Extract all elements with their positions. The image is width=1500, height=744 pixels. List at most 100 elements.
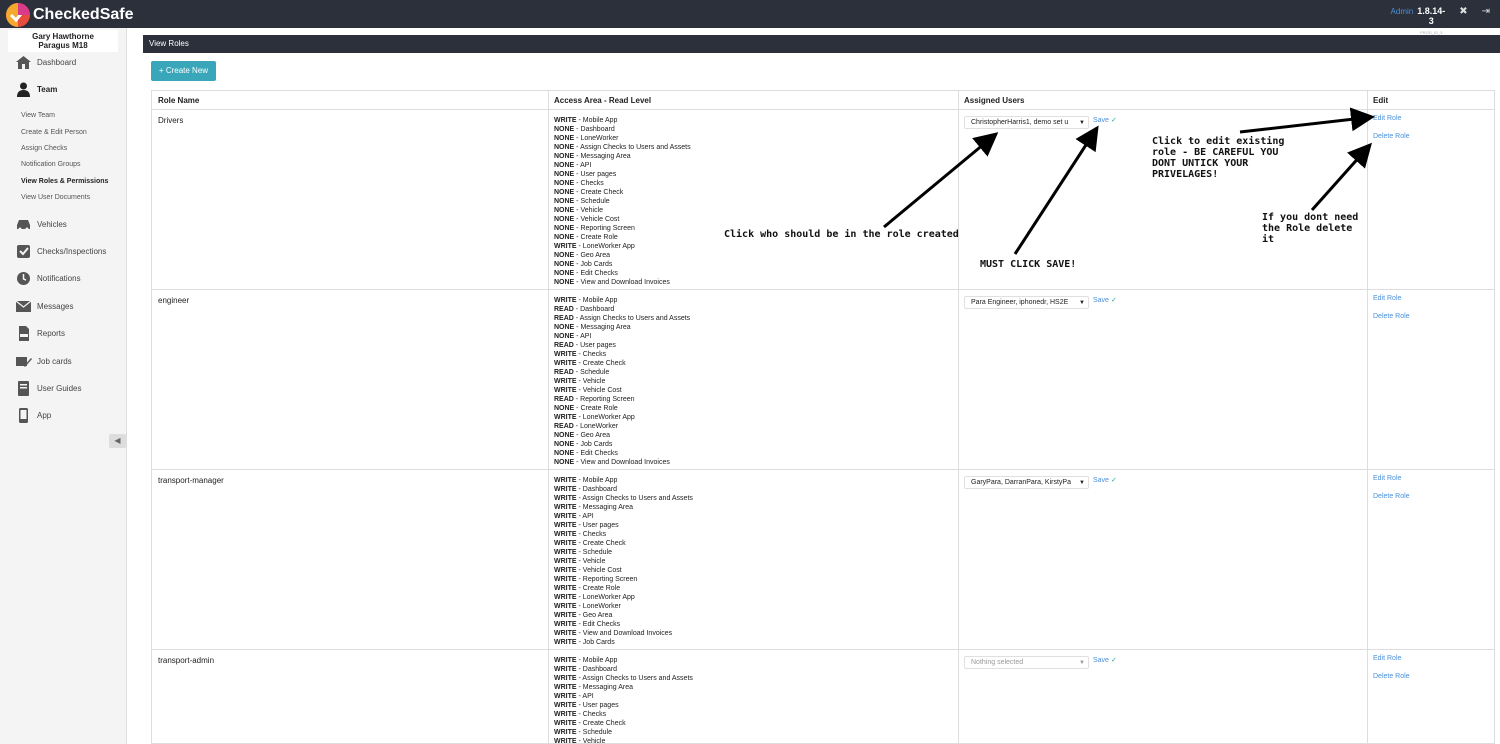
access-level: WRITE xyxy=(554,621,577,628)
access-area: LoneWorker xyxy=(582,603,621,610)
access-level: WRITE xyxy=(554,558,577,565)
access-level: WRITE xyxy=(554,360,577,367)
nav-notification-groups[interactable]: Notification Groups xyxy=(21,161,81,168)
nav-app[interactable]: App xyxy=(15,408,51,423)
access-level: NONE xyxy=(554,441,575,448)
access-area: Create Check xyxy=(582,540,626,547)
edit-role-link[interactable]: Edit Role xyxy=(1373,295,1401,302)
access-item: WRITE - Dashboard xyxy=(554,666,618,673)
assigned-users-select[interactable]: Para Engineer, iphonedr, HS2E ▼ xyxy=(964,296,1089,309)
assigned-users-select[interactable]: GaryPara, DarranPara, KirstyPa ▼ xyxy=(964,476,1089,489)
access-area: Assign Checks to Users and Assets xyxy=(579,315,691,322)
user-role-link[interactable]: Admin xyxy=(1391,7,1414,16)
nav-view-user-documents[interactable]: View User Documents xyxy=(21,194,90,201)
save-button[interactable]: Save ✓ xyxy=(1093,296,1117,304)
access-item: NONE - Job Cards xyxy=(554,441,613,448)
access-level: WRITE xyxy=(554,720,577,727)
access-item: WRITE - Schedule xyxy=(554,729,612,736)
top-bar: CheckedSafe Admin 1.8.14-3 PROD_ID_3 ✖ ⇥ xyxy=(0,0,1500,35)
delete-role-link[interactable]: Delete Role xyxy=(1373,673,1410,680)
assigned-users-select[interactable]: Nothing selected ▼ xyxy=(964,656,1089,669)
logout-icon[interactable]: ⇥ xyxy=(1482,6,1490,17)
nav-checks-inspections[interactable]: Checks/Inspections xyxy=(15,244,106,259)
access-level: NONE xyxy=(554,432,575,439)
nav-notifications[interactable]: Notifications xyxy=(15,271,81,286)
delete-role-link[interactable]: Delete Role xyxy=(1373,313,1410,320)
access-area: Create Check xyxy=(582,720,626,727)
access-area: Vehicle Cost xyxy=(582,567,622,574)
access-item: WRITE - LoneWorker App xyxy=(554,414,635,421)
car-icon xyxy=(15,217,32,232)
nav-assign-checks[interactable]: Assign Checks xyxy=(21,145,67,152)
save-button[interactable]: Save ✓ xyxy=(1093,656,1117,664)
phone-icon xyxy=(15,408,32,423)
access-level: NONE xyxy=(554,189,575,196)
header-edit: Edit xyxy=(1373,96,1389,105)
access-area: Vehicle xyxy=(580,207,604,214)
nav-view-roles-permissions[interactable]: View Roles & Permissions xyxy=(21,178,108,185)
access-area: Assign Checks to Users and Assets xyxy=(582,495,693,502)
access-area: LoneWorker App xyxy=(582,414,635,421)
chevron-left-icon: ◀ xyxy=(114,436,121,445)
access-level: WRITE xyxy=(554,486,577,493)
app-logo[interactable]: CheckedSafe xyxy=(6,3,134,27)
save-button[interactable]: Save ✓ xyxy=(1093,116,1117,124)
sidebar: Gary Hawthorne Paragus M18 Dashboard Tea… xyxy=(0,28,127,744)
assigned-users-select[interactable]: ChristopherHarris1, demo set u ▼ xyxy=(964,116,1089,129)
role-name: Drivers xyxy=(158,116,184,125)
access-item: READ - Schedule xyxy=(554,369,610,376)
access-level: READ xyxy=(554,342,574,349)
edit-role-link[interactable]: Edit Role xyxy=(1373,115,1401,122)
access-level: WRITE xyxy=(554,684,577,691)
edit-role-link[interactable]: Edit Role xyxy=(1373,475,1401,482)
access-area: View and Download Invoices xyxy=(580,279,670,286)
access-area: Mobile App xyxy=(582,657,618,664)
check-icon: ✓ xyxy=(1110,477,1117,484)
access-area: Geo Area xyxy=(582,612,613,619)
clock-icon xyxy=(15,271,32,286)
access-area: Vehicle Cost xyxy=(580,216,620,223)
create-new-button[interactable]: + Create New xyxy=(151,61,216,81)
save-label: Save xyxy=(1093,657,1109,664)
access-item: WRITE - View and Download Invoices xyxy=(554,630,673,637)
header-role-name: Role Name xyxy=(158,96,200,105)
access-level: WRITE xyxy=(554,612,577,619)
access-item: NONE - View and Download Invoices xyxy=(554,459,670,466)
fullscreen-icon[interactable]: ✖ xyxy=(1459,6,1467,17)
edit-role-link[interactable]: Edit Role xyxy=(1373,655,1401,662)
access-area: Schedule xyxy=(580,198,610,205)
access-item: WRITE - Vehicle Cost xyxy=(554,567,622,574)
access-area: User pages xyxy=(582,702,619,709)
nav-vehicles[interactable]: Vehicles xyxy=(15,217,67,232)
nav-reports[interactable]: Reports xyxy=(15,326,65,341)
access-level: WRITE xyxy=(554,378,577,385)
access-item: WRITE - Assign Checks to Users and Asset… xyxy=(554,495,693,502)
pdf-icon xyxy=(15,326,32,341)
access-level: WRITE xyxy=(554,666,577,673)
access-area: Create Role xyxy=(580,234,618,241)
nav-view-team[interactable]: View Team xyxy=(21,112,55,119)
access-area: Create Role xyxy=(582,585,621,592)
access-level: NONE xyxy=(554,207,575,214)
delete-role-link[interactable]: Delete Role xyxy=(1373,133,1410,140)
nav-messages[interactable]: Messages xyxy=(15,299,73,314)
access-area: Vehicle xyxy=(582,378,606,385)
nav-team[interactable]: Team xyxy=(15,82,57,97)
access-level: WRITE xyxy=(554,657,577,664)
nav-job-cards[interactable]: Job cards xyxy=(15,354,72,369)
access-list: WRITE - Mobile App WRITE - Dashboard WRITE… xyxy=(554,656,693,743)
access-level: NONE xyxy=(554,198,575,205)
nav-user-guides[interactable]: User Guides xyxy=(15,381,81,396)
access-item: NONE - Edit Checks xyxy=(554,450,618,457)
nav-dashboard[interactable]: Dashboard xyxy=(15,55,76,70)
nav-create-edit-person[interactable]: Create & Edit Person xyxy=(21,129,87,136)
access-item: WRITE - API xyxy=(554,513,594,520)
annotation-click-who: Click who should be in the role created xyxy=(724,229,959,240)
access-level: READ xyxy=(554,369,574,376)
collapse-sidebar-button[interactable]: ◀ xyxy=(109,434,126,448)
check-icon: ✓ xyxy=(1110,657,1117,664)
save-button[interactable]: Save ✓ xyxy=(1093,476,1117,484)
home-icon xyxy=(15,55,32,70)
delete-role-link[interactable]: Delete Role xyxy=(1373,493,1410,500)
access-level: NONE xyxy=(554,333,575,340)
